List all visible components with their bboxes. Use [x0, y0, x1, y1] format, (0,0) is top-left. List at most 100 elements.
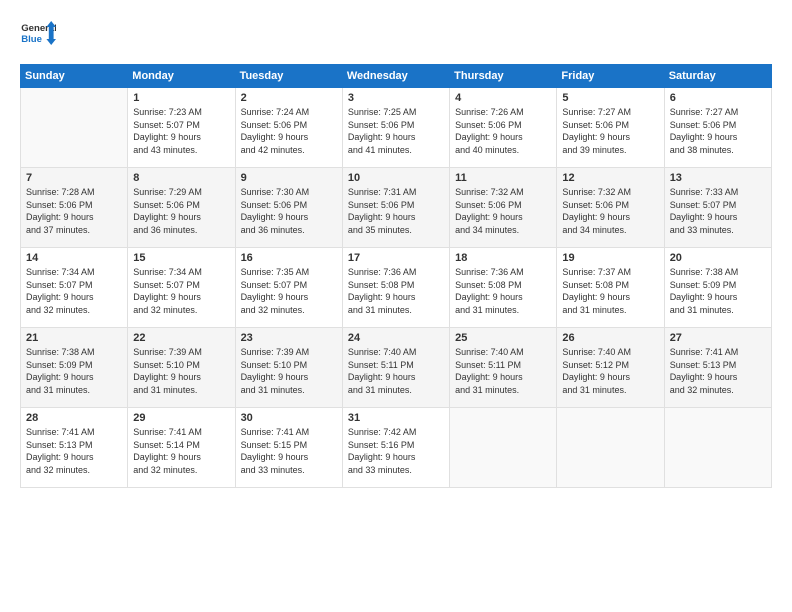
calendar-cell: 4 Sunrise: 7:26 AMSunset: 5:06 PMDaylight…: [450, 88, 557, 168]
calendar-cell: 19 Sunrise: 7:37 AMSunset: 5:08 PMDayligh…: [557, 248, 664, 328]
day-details: Sunrise: 7:31 AMSunset: 5:06 PMDaylight:…: [348, 186, 444, 236]
day-number: 5: [562, 92, 658, 104]
day-number: 7: [26, 172, 122, 184]
day-details: Sunrise: 7:30 AMSunset: 5:06 PMDaylight:…: [241, 186, 337, 236]
calendar-cell: 1 Sunrise: 7:23 AMSunset: 5:07 PMDaylight…: [128, 88, 235, 168]
calendar-week-row: 1 Sunrise: 7:23 AMSunset: 5:07 PMDaylight…: [21, 88, 772, 168]
calendar-cell: 16Sunrise: 7:35 AMSunset: 5:07 PMDayligh…: [235, 248, 342, 328]
logo: General Blue: [20, 18, 56, 54]
day-number: 8: [133, 172, 229, 184]
day-header-thursday: Thursday: [450, 65, 557, 88]
calendar-week-row: 14 Sunrise: 7:34 AMSunset: 5:07 PMDayligh…: [21, 248, 772, 328]
calendar-table: SundayMondayTuesdayWednesdayThursdayFrid…: [20, 64, 772, 488]
calendar-cell: 27Sunrise: 7:41 AMSunset: 5:13 PMDayligh…: [664, 328, 771, 408]
day-details: Sunrise: 7:25 AMSunset: 5:06 PMDaylight:…: [348, 106, 444, 156]
day-details: Sunrise: 7:36 AMSunset: 5:08 PMDaylight:…: [348, 266, 444, 316]
calendar-cell: 22 Sunrise: 7:39 AMSunset: 5:10 PMDayligh…: [128, 328, 235, 408]
day-details: Sunrise: 7:36 AMSunset: 5:08 PMDaylight:…: [455, 266, 551, 316]
day-number: 12: [562, 172, 658, 184]
day-details: Sunrise: 7:27 AMSunset: 5:06 PMDaylight:…: [562, 106, 658, 156]
day-number: 22: [133, 332, 229, 344]
day-number: 2: [241, 92, 337, 104]
day-number: 14: [26, 252, 122, 264]
day-number: 17: [348, 252, 444, 264]
day-header-friday: Friday: [557, 65, 664, 88]
header: General Blue: [20, 18, 772, 54]
day-number: 11: [455, 172, 551, 184]
day-number: 13: [670, 172, 766, 184]
day-number: 21: [26, 332, 122, 344]
calendar-cell: 13 Sunrise: 7:33 AMSunset: 5:07 PMDayligh…: [664, 168, 771, 248]
calendar-cell: 24 Sunrise: 7:40 AMSunset: 5:11 PMDayligh…: [342, 328, 449, 408]
calendar-cell: 31 Sunrise: 7:42 AMSunset: 5:16 PMDayligh…: [342, 408, 449, 488]
day-number: 24: [348, 332, 444, 344]
page: General Blue SundayMondayTuesdayWednesda…: [0, 0, 792, 612]
calendar-header-row: SundayMondayTuesdayWednesdayThursdayFrid…: [21, 65, 772, 88]
day-details: Sunrise: 7:33 AMSunset: 5:07 PMDaylight:…: [670, 186, 766, 236]
day-header-sunday: Sunday: [21, 65, 128, 88]
calendar-cell: 21 Sunrise: 7:38 AMSunset: 5:09 PMDayligh…: [21, 328, 128, 408]
calendar-cell: 7 Sunrise: 7:28 AMSunset: 5:06 PMDaylight…: [21, 168, 128, 248]
calendar-cell: [450, 408, 557, 488]
day-details: Sunrise: 7:40 AMSunset: 5:12 PMDaylight:…: [562, 346, 658, 396]
day-details: Sunrise: 7:38 AMSunset: 5:09 PMDaylight:…: [26, 346, 122, 396]
calendar-cell: 15Sunrise: 7:34 AMSunset: 5:07 PMDayligh…: [128, 248, 235, 328]
day-details: Sunrise: 7:28 AMSunset: 5:06 PMDaylight:…: [26, 186, 122, 236]
calendar-cell: 18 Sunrise: 7:36 AMSunset: 5:08 PMDayligh…: [450, 248, 557, 328]
calendar-cell: [21, 88, 128, 168]
calendar-cell: [557, 408, 664, 488]
day-details: Sunrise: 7:41 AMSunset: 5:14 PMDaylight:…: [133, 426, 229, 476]
calendar-cell: 20Sunrise: 7:38 AMSunset: 5:09 PMDayligh…: [664, 248, 771, 328]
calendar-cell: 11 Sunrise: 7:32 AMSunset: 5:06 PMDayligh…: [450, 168, 557, 248]
day-details: Sunrise: 7:24 AMSunset: 5:06 PMDaylight:…: [241, 106, 337, 156]
calendar-cell: 6 Sunrise: 7:27 AMSunset: 5:06 PMDaylight…: [664, 88, 771, 168]
day-details: Sunrise: 7:41 AMSunset: 5:13 PMDaylight:…: [26, 426, 122, 476]
calendar-cell: 12 Sunrise: 7:32 AMSunset: 5:06 PMDayligh…: [557, 168, 664, 248]
day-details: Sunrise: 7:42 AMSunset: 5:16 PMDaylight:…: [348, 426, 444, 476]
day-header-saturday: Saturday: [664, 65, 771, 88]
day-number: 30: [241, 412, 337, 424]
day-number: 26: [562, 332, 658, 344]
day-number: 6: [670, 92, 766, 104]
day-number: 18: [455, 252, 551, 264]
day-number: 1: [133, 92, 229, 104]
day-number: 4: [455, 92, 551, 104]
calendar-cell: 28 Sunrise: 7:41 AMSunset: 5:13 PMDayligh…: [21, 408, 128, 488]
day-details: Sunrise: 7:32 AMSunset: 5:06 PMDaylight:…: [455, 186, 551, 236]
day-number: 31: [348, 412, 444, 424]
day-details: Sunrise: 7:35 AMSunset: 5:07 PMDaylight:…: [241, 266, 337, 316]
calendar-cell: 17 Sunrise: 7:36 AMSunset: 5:08 PMDayligh…: [342, 248, 449, 328]
calendar-cell: 14 Sunrise: 7:34 AMSunset: 5:07 PMDayligh…: [21, 248, 128, 328]
day-details: Sunrise: 7:34 AMSunset: 5:07 PMDaylight:…: [26, 266, 122, 316]
day-header-tuesday: Tuesday: [235, 65, 342, 88]
calendar-cell: 23Sunrise: 7:39 AMSunset: 5:10 PMDayligh…: [235, 328, 342, 408]
calendar-cell: [664, 408, 771, 488]
calendar-cell: 3Sunrise: 7:25 AMSunset: 5:06 PMDaylight…: [342, 88, 449, 168]
day-details: Sunrise: 7:27 AMSunset: 5:06 PMDaylight:…: [670, 106, 766, 156]
day-number: 10: [348, 172, 444, 184]
day-number: 29: [133, 412, 229, 424]
calendar-week-row: 28 Sunrise: 7:41 AMSunset: 5:13 PMDayligh…: [21, 408, 772, 488]
day-header-monday: Monday: [128, 65, 235, 88]
calendar-cell: 30 Sunrise: 7:41 AMSunset: 5:15 PMDayligh…: [235, 408, 342, 488]
day-details: Sunrise: 7:40 AMSunset: 5:11 PMDaylight:…: [348, 346, 444, 396]
day-details: Sunrise: 7:23 AMSunset: 5:07 PMDaylight:…: [133, 106, 229, 156]
calendar-cell: 2 Sunrise: 7:24 AMSunset: 5:06 PMDaylight…: [235, 88, 342, 168]
calendar-cell: 10 Sunrise: 7:31 AMSunset: 5:06 PMDayligh…: [342, 168, 449, 248]
day-details: Sunrise: 7:26 AMSunset: 5:06 PMDaylight:…: [455, 106, 551, 156]
day-details: Sunrise: 7:29 AMSunset: 5:06 PMDaylight:…: [133, 186, 229, 236]
calendar-cell: 9Sunrise: 7:30 AMSunset: 5:06 PMDaylight…: [235, 168, 342, 248]
day-details: Sunrise: 7:32 AMSunset: 5:06 PMDaylight:…: [562, 186, 658, 236]
calendar-cell: 5 Sunrise: 7:27 AMSunset: 5:06 PMDaylight…: [557, 88, 664, 168]
day-number: 15: [133, 252, 229, 264]
day-details: Sunrise: 7:39 AMSunset: 5:10 PMDaylight:…: [133, 346, 229, 396]
day-details: Sunrise: 7:37 AMSunset: 5:08 PMDaylight:…: [562, 266, 658, 316]
day-number: 19: [562, 252, 658, 264]
day-details: Sunrise: 7:41 AMSunset: 5:15 PMDaylight:…: [241, 426, 337, 476]
logo-svg: General Blue: [20, 18, 56, 54]
calendar-cell: 25Sunrise: 7:40 AMSunset: 5:11 PMDayligh…: [450, 328, 557, 408]
svg-text:Blue: Blue: [21, 34, 42, 45]
day-number: 28: [26, 412, 122, 424]
calendar-cell: 8 Sunrise: 7:29 AMSunset: 5:06 PMDaylight…: [128, 168, 235, 248]
day-details: Sunrise: 7:40 AMSunset: 5:11 PMDaylight:…: [455, 346, 551, 396]
